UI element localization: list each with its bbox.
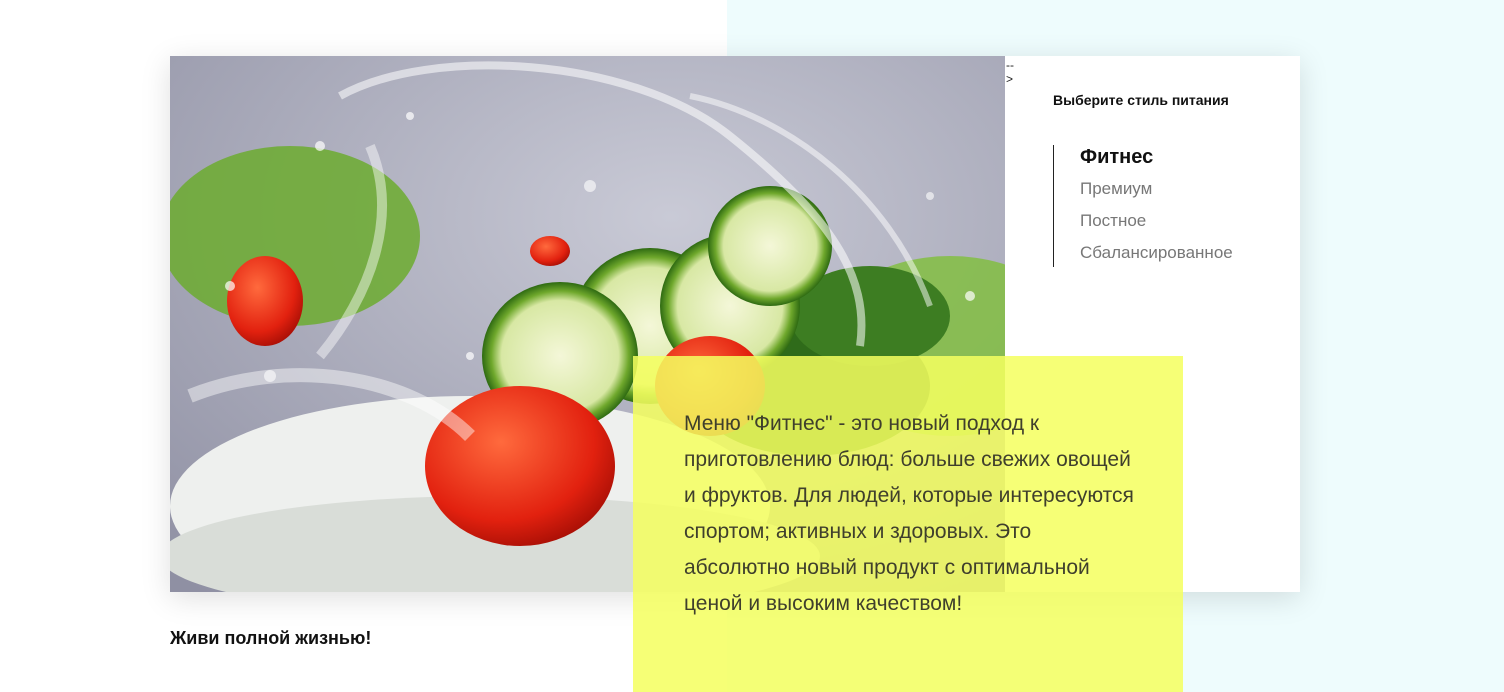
stray-markup-text: -->: [1006, 58, 1014, 86]
menu-item-balanced[interactable]: Сбалансированное: [1080, 237, 1233, 269]
diet-style-menu: Фитнес Премиум Постное Сбалансированное: [1053, 145, 1233, 267]
menu-item-fitness[interactable]: Фитнес: [1080, 143, 1233, 173]
menu-item-lenten[interactable]: Постное: [1080, 205, 1233, 237]
menu-item-premium[interactable]: Премиум: [1080, 173, 1233, 205]
menu-title: Выберите стиль питания: [1053, 92, 1229, 108]
menu-description: Меню "Фитнес" - это новый подход к приго…: [684, 412, 1134, 615]
description-box: Меню "Фитнес" - это новый подход к приго…: [633, 356, 1183, 692]
tagline: Живи полной жизнью!: [170, 628, 372, 648]
